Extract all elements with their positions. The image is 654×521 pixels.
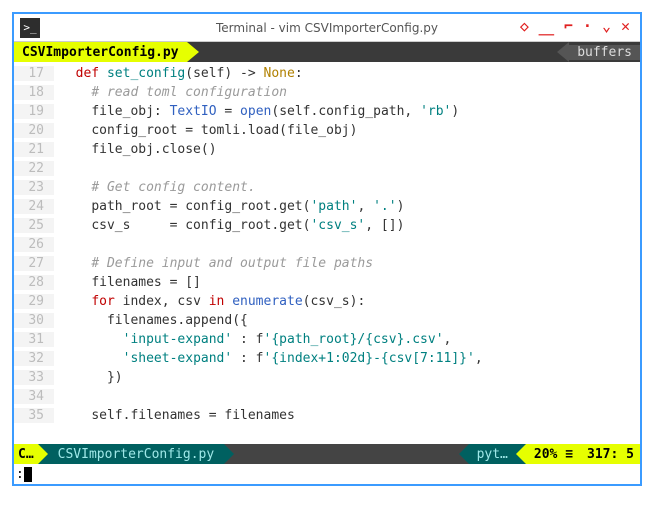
separator-icon	[38, 444, 48, 464]
titlebar: >_ Terminal - vim CSVImporterConfig.py ◇…	[14, 14, 640, 42]
line-number: 25	[14, 218, 54, 233]
status-percent: 20% ≡	[526, 444, 581, 464]
line-number: 35	[14, 408, 54, 423]
close-button[interactable]: ✕	[621, 17, 630, 38]
code-line: 'input-expand' : f'{path_root}/{csv}.csv…	[54, 332, 451, 347]
status-filename: CSVImporterConfig.py	[48, 444, 225, 464]
line-number: 21	[14, 142, 54, 157]
line-number: 26	[14, 237, 54, 252]
code-line: 'sheet-expand' : f'{index+1:02d}-{csv[7:…	[54, 351, 483, 366]
buffers-label[interactable]: buffers	[569, 45, 640, 60]
line-number: 24	[14, 199, 54, 214]
code-line: })	[54, 370, 123, 385]
code-line: # Define input and output file paths	[54, 256, 373, 271]
code-line: # Get config content.	[54, 180, 256, 195]
window-controls: ◇ ＿ ⌐ · ⌄ ✕	[520, 17, 640, 38]
code-line: self.filenames = filenames	[54, 408, 295, 423]
status-mode: C…	[14, 444, 38, 464]
status-filetype: pyt…	[469, 444, 516, 464]
code-line: path_root = config_root.get('path', '.')	[54, 199, 404, 214]
editor-viewport[interactable]: 17 def set_config(self) -> None: 18 # re…	[14, 62, 640, 444]
window-button-dot[interactable]: ·	[583, 17, 592, 38]
status-bar: C… CSVImporterConfig.py pyt… 20% ≡ 317: …	[14, 444, 640, 464]
cursor-icon	[24, 467, 32, 482]
line-number: 34	[14, 389, 54, 404]
code-line: file_obj: TextIO = open(self.config_path…	[54, 104, 459, 119]
separator-icon	[224, 444, 234, 464]
code-line: csv_s = config_root.get('csv_s', [])	[54, 218, 404, 233]
terminal-app-icon: >_	[20, 18, 40, 38]
line-number: 30	[14, 313, 54, 328]
line-number: 27	[14, 256, 54, 271]
line-number: 23	[14, 180, 54, 195]
line-number: 20	[14, 123, 54, 138]
minimize-button[interactable]: ＿	[539, 17, 554, 38]
line-number: 31	[14, 332, 54, 347]
tab-bar: CSVImporterConfig.py buffers	[14, 42, 640, 62]
code-line: def set_config(self) -> None:	[54, 66, 303, 81]
code-line: config_root = tomli.load(file_obj)	[54, 123, 357, 138]
code-line: # read toml configuration	[54, 85, 287, 100]
line-number: 19	[14, 104, 54, 119]
separator-icon	[516, 444, 526, 464]
line-number: 18	[14, 85, 54, 100]
terminal-window: >_ Terminal - vim CSVImporterConfig.py ◇…	[12, 12, 642, 486]
line-number: 22	[14, 161, 54, 176]
window-button-caret[interactable]: ⌄	[602, 17, 611, 38]
line-number: 32	[14, 351, 54, 366]
tab-active[interactable]: CSVImporterConfig.py	[14, 42, 187, 62]
code-line: filenames.append({	[54, 313, 248, 328]
maximize-button[interactable]: ⌐	[564, 17, 573, 38]
cmdline-prompt: :	[16, 467, 24, 482]
line-number: 33	[14, 370, 54, 385]
code-line: filenames = []	[54, 275, 201, 290]
tab-separator-icon	[187, 42, 199, 62]
separator-icon	[459, 444, 469, 464]
code-line: for index, csv in enumerate(csv_s):	[54, 294, 365, 309]
line-number: 28	[14, 275, 54, 290]
line-number: 29	[14, 294, 54, 309]
command-line[interactable]: :	[14, 464, 640, 484]
tab-separator-right-icon	[557, 42, 569, 62]
window-button-1[interactable]: ◇	[520, 17, 529, 38]
status-spacer	[234, 444, 458, 464]
line-number: 17	[14, 66, 54, 81]
code-line: file_obj.close()	[54, 142, 217, 157]
status-position: 317: 5	[581, 444, 640, 464]
